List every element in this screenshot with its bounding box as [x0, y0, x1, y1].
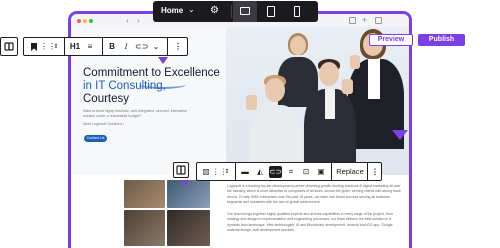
desktop-icon	[240, 7, 250, 15]
minimize-dot[interactable]	[83, 19, 87, 23]
selection-pointer	[158, 57, 168, 64]
gallery-image-3[interactable]	[124, 210, 165, 246]
more-vertical-icon[interactable]: ⋮	[173, 41, 183, 53]
about-paragraph-2[interactable]: Our team brings together highly qualifie…	[227, 212, 401, 233]
divider	[64, 38, 65, 55]
block-toggle-icon	[176, 165, 186, 175]
page-selector[interactable]: Home	[161, 6, 183, 15]
hero-subtext[interactable]: Meet Logicsoft Solutions !	[83, 122, 124, 126]
hero-title-line2[interactable]: in IT Consulting,	[83, 80, 166, 93]
divider	[367, 163, 368, 180]
more-vertical-icon[interactable]: ⋮	[370, 166, 380, 178]
gear-icon[interactable]: ⚙	[210, 5, 219, 16]
editor-topbar: Home ⌄ ⚙	[153, 1, 318, 22]
duotone-icon[interactable]: ◭	[254, 166, 266, 178]
crop-icon[interactable]: ⌗	[285, 166, 297, 178]
bold-button[interactable]: B	[107, 41, 117, 53]
text-block-toolbar: ⋮⋮ ⇕ H1 ≡ B I ⊂⊃ ⌄ ⋮	[23, 37, 188, 56]
align-icon[interactable]: ▬	[239, 166, 251, 178]
chevron-down-icon[interactable]: ⌄	[188, 5, 195, 14]
text-overlay-icon[interactable]: ⊡	[300, 166, 312, 178]
selection-pointer	[181, 180, 189, 186]
divider	[235, 163, 236, 180]
selection-pointer	[392, 130, 408, 140]
divider	[167, 38, 168, 55]
drag-handle-icon[interactable]: ⋮⋮	[40, 41, 56, 53]
replace-button[interactable]: Replace	[335, 166, 365, 178]
image-block-toolbar: ▨ ⋮⋮ ⇕ ▬ ◭ ⊂⊃ ⌗ ⊡ ▣ Replace ⋮	[196, 162, 382, 181]
heading-level-button[interactable]: H1	[68, 41, 82, 53]
forward-icon[interactable]: ›	[137, 16, 140, 25]
tablet-icon	[267, 6, 275, 17]
gallery-image-1[interactable]	[124, 180, 165, 208]
image-icon[interactable]: ▨	[200, 166, 212, 178]
hero-photo[interactable]	[226, 27, 409, 175]
divider	[102, 38, 103, 55]
maximize-dot[interactable]	[89, 19, 93, 23]
close-dot[interactable]	[77, 19, 81, 23]
bookmark-icon	[31, 43, 37, 51]
drag-handle-icon[interactable]: ⋮⋮	[212, 166, 227, 178]
tablet-view-button[interactable]	[259, 1, 283, 22]
move-arrows-icon[interactable]: ⇕	[52, 41, 60, 53]
about-paragraph-1[interactable]: Logicsoft is a leading top-tier developm…	[227, 184, 401, 205]
preview-button[interactable]: Preview	[369, 34, 413, 46]
desktop-view-button[interactable]	[233, 1, 257, 22]
italic-button[interactable]: I	[121, 41, 131, 53]
align-icon[interactable]: ≡	[84, 41, 96, 53]
back-icon[interactable]: ‹	[126, 16, 129, 25]
tabs-icon[interactable]	[375, 17, 382, 24]
editor-canvas: ‹ › + Commitment to Excellence in IT Con…	[0, 0, 500, 248]
chevron-down-icon[interactable]: ⌄	[151, 41, 161, 53]
link-icon[interactable]: ⊂⊃	[269, 166, 282, 178]
contact-us-button[interactable]: Contact Us	[84, 135, 107, 142]
hero-title-line3[interactable]: Courtesy	[83, 93, 129, 106]
share-icon[interactable]	[349, 17, 356, 24]
block-toggle-icon	[4, 42, 14, 51]
block-toggle-button[interactable]	[173, 162, 189, 178]
divider	[331, 163, 332, 180]
gallery-image-4[interactable]	[167, 210, 210, 246]
publish-button[interactable]: Publish	[418, 34, 465, 46]
move-arrows-icon[interactable]: ⇕	[223, 166, 231, 178]
new-tab-icon[interactable]: +	[362, 15, 367, 25]
mobile-view-button[interactable]	[285, 1, 309, 22]
team-gallery[interactable]	[124, 180, 210, 246]
hero-title-line1[interactable]: Commitment to Excellence	[83, 67, 233, 80]
divider	[231, 5, 232, 18]
mobile-icon	[294, 6, 300, 17]
hero-paragraph[interactable]: Want to build highly futuristic, well-in…	[83, 109, 193, 119]
link-icon[interactable]: ⊂⊃	[135, 41, 148, 53]
block-toggle-button[interactable]	[0, 37, 18, 56]
bookmark-icon[interactable]	[28, 41, 40, 53]
image-settings-icon[interactable]: ▣	[315, 166, 327, 178]
